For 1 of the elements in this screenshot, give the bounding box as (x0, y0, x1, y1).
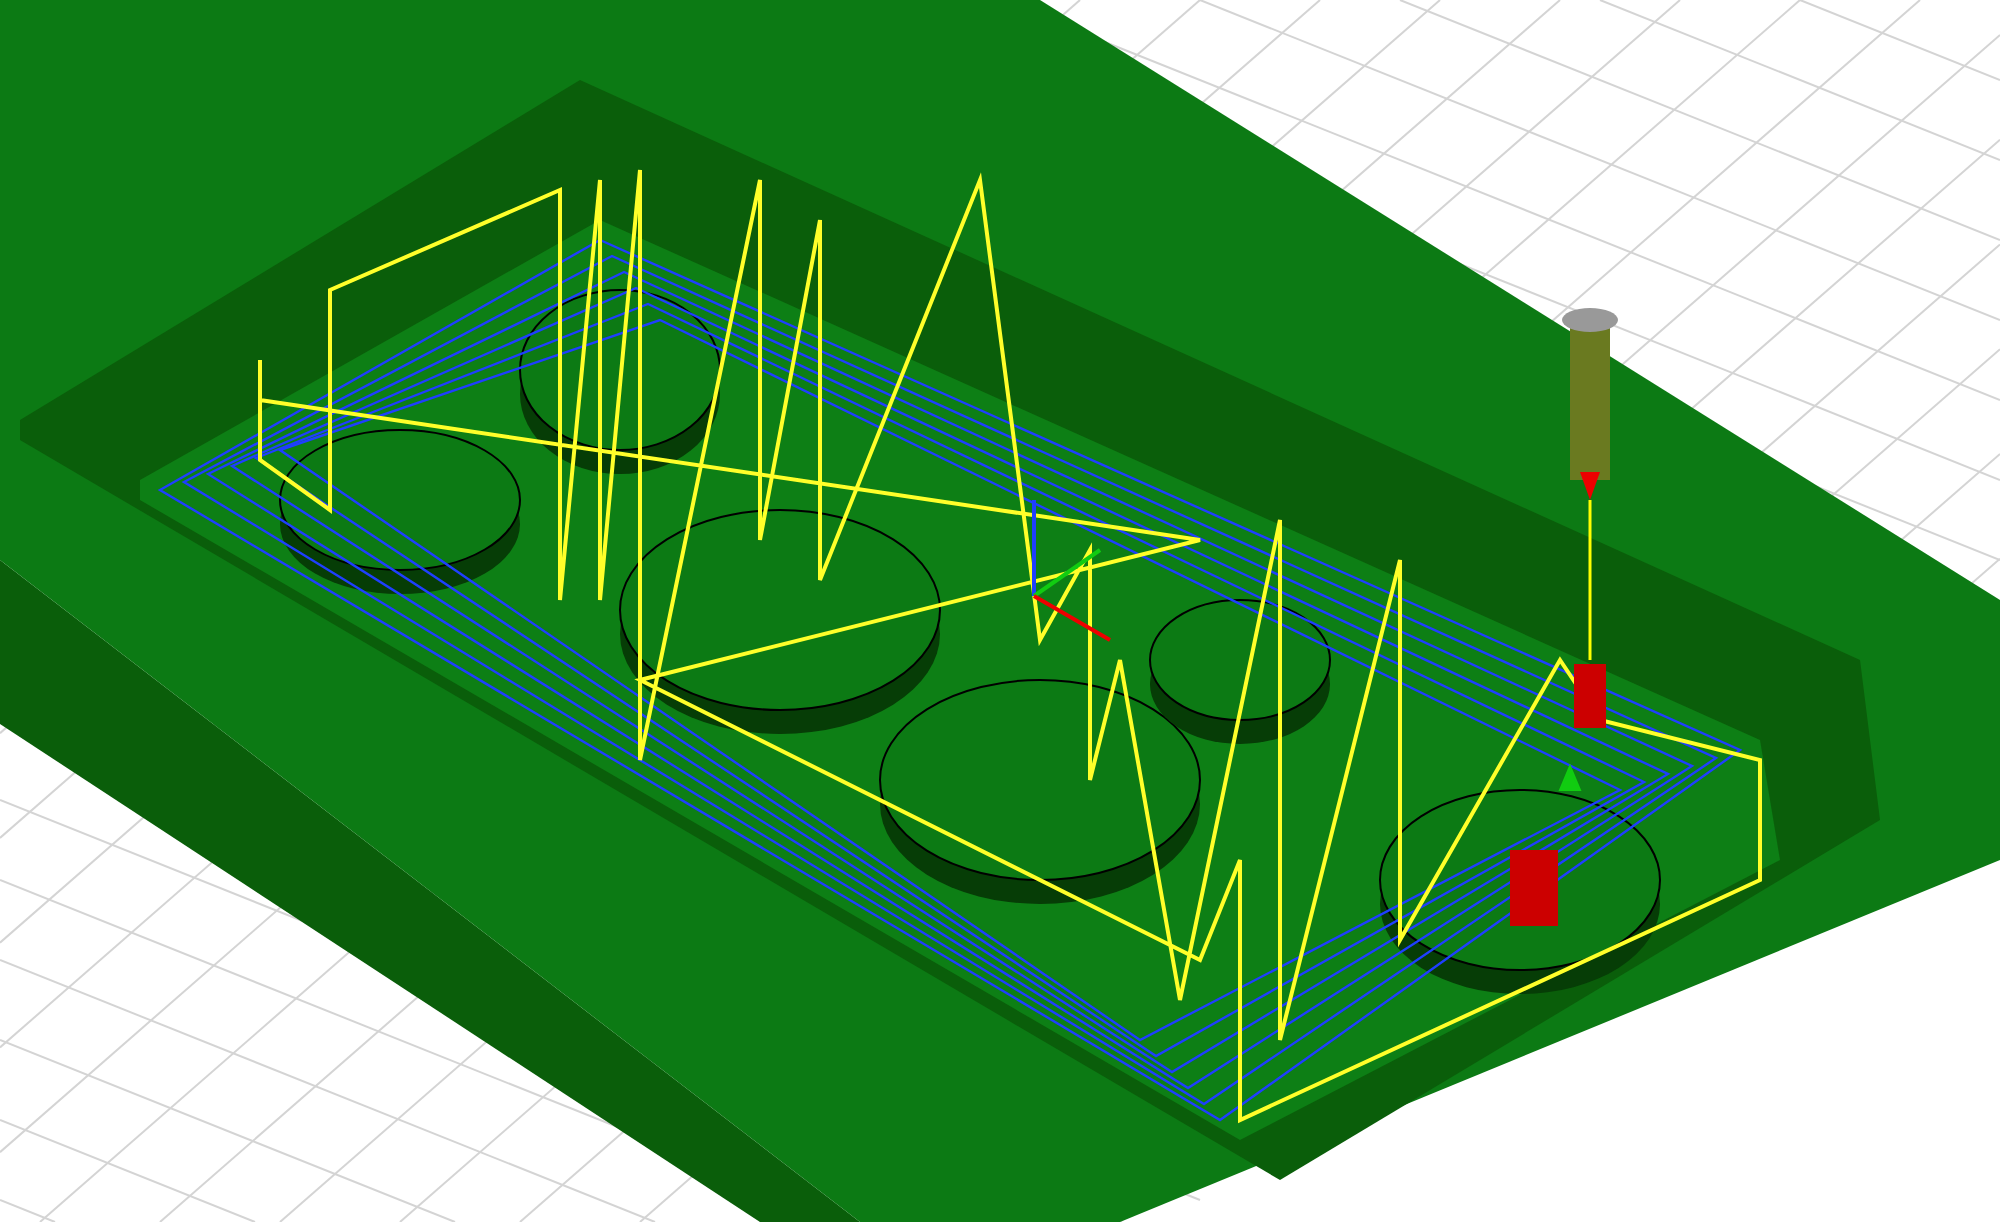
axis-triad-icon (1032, 500, 1111, 642)
